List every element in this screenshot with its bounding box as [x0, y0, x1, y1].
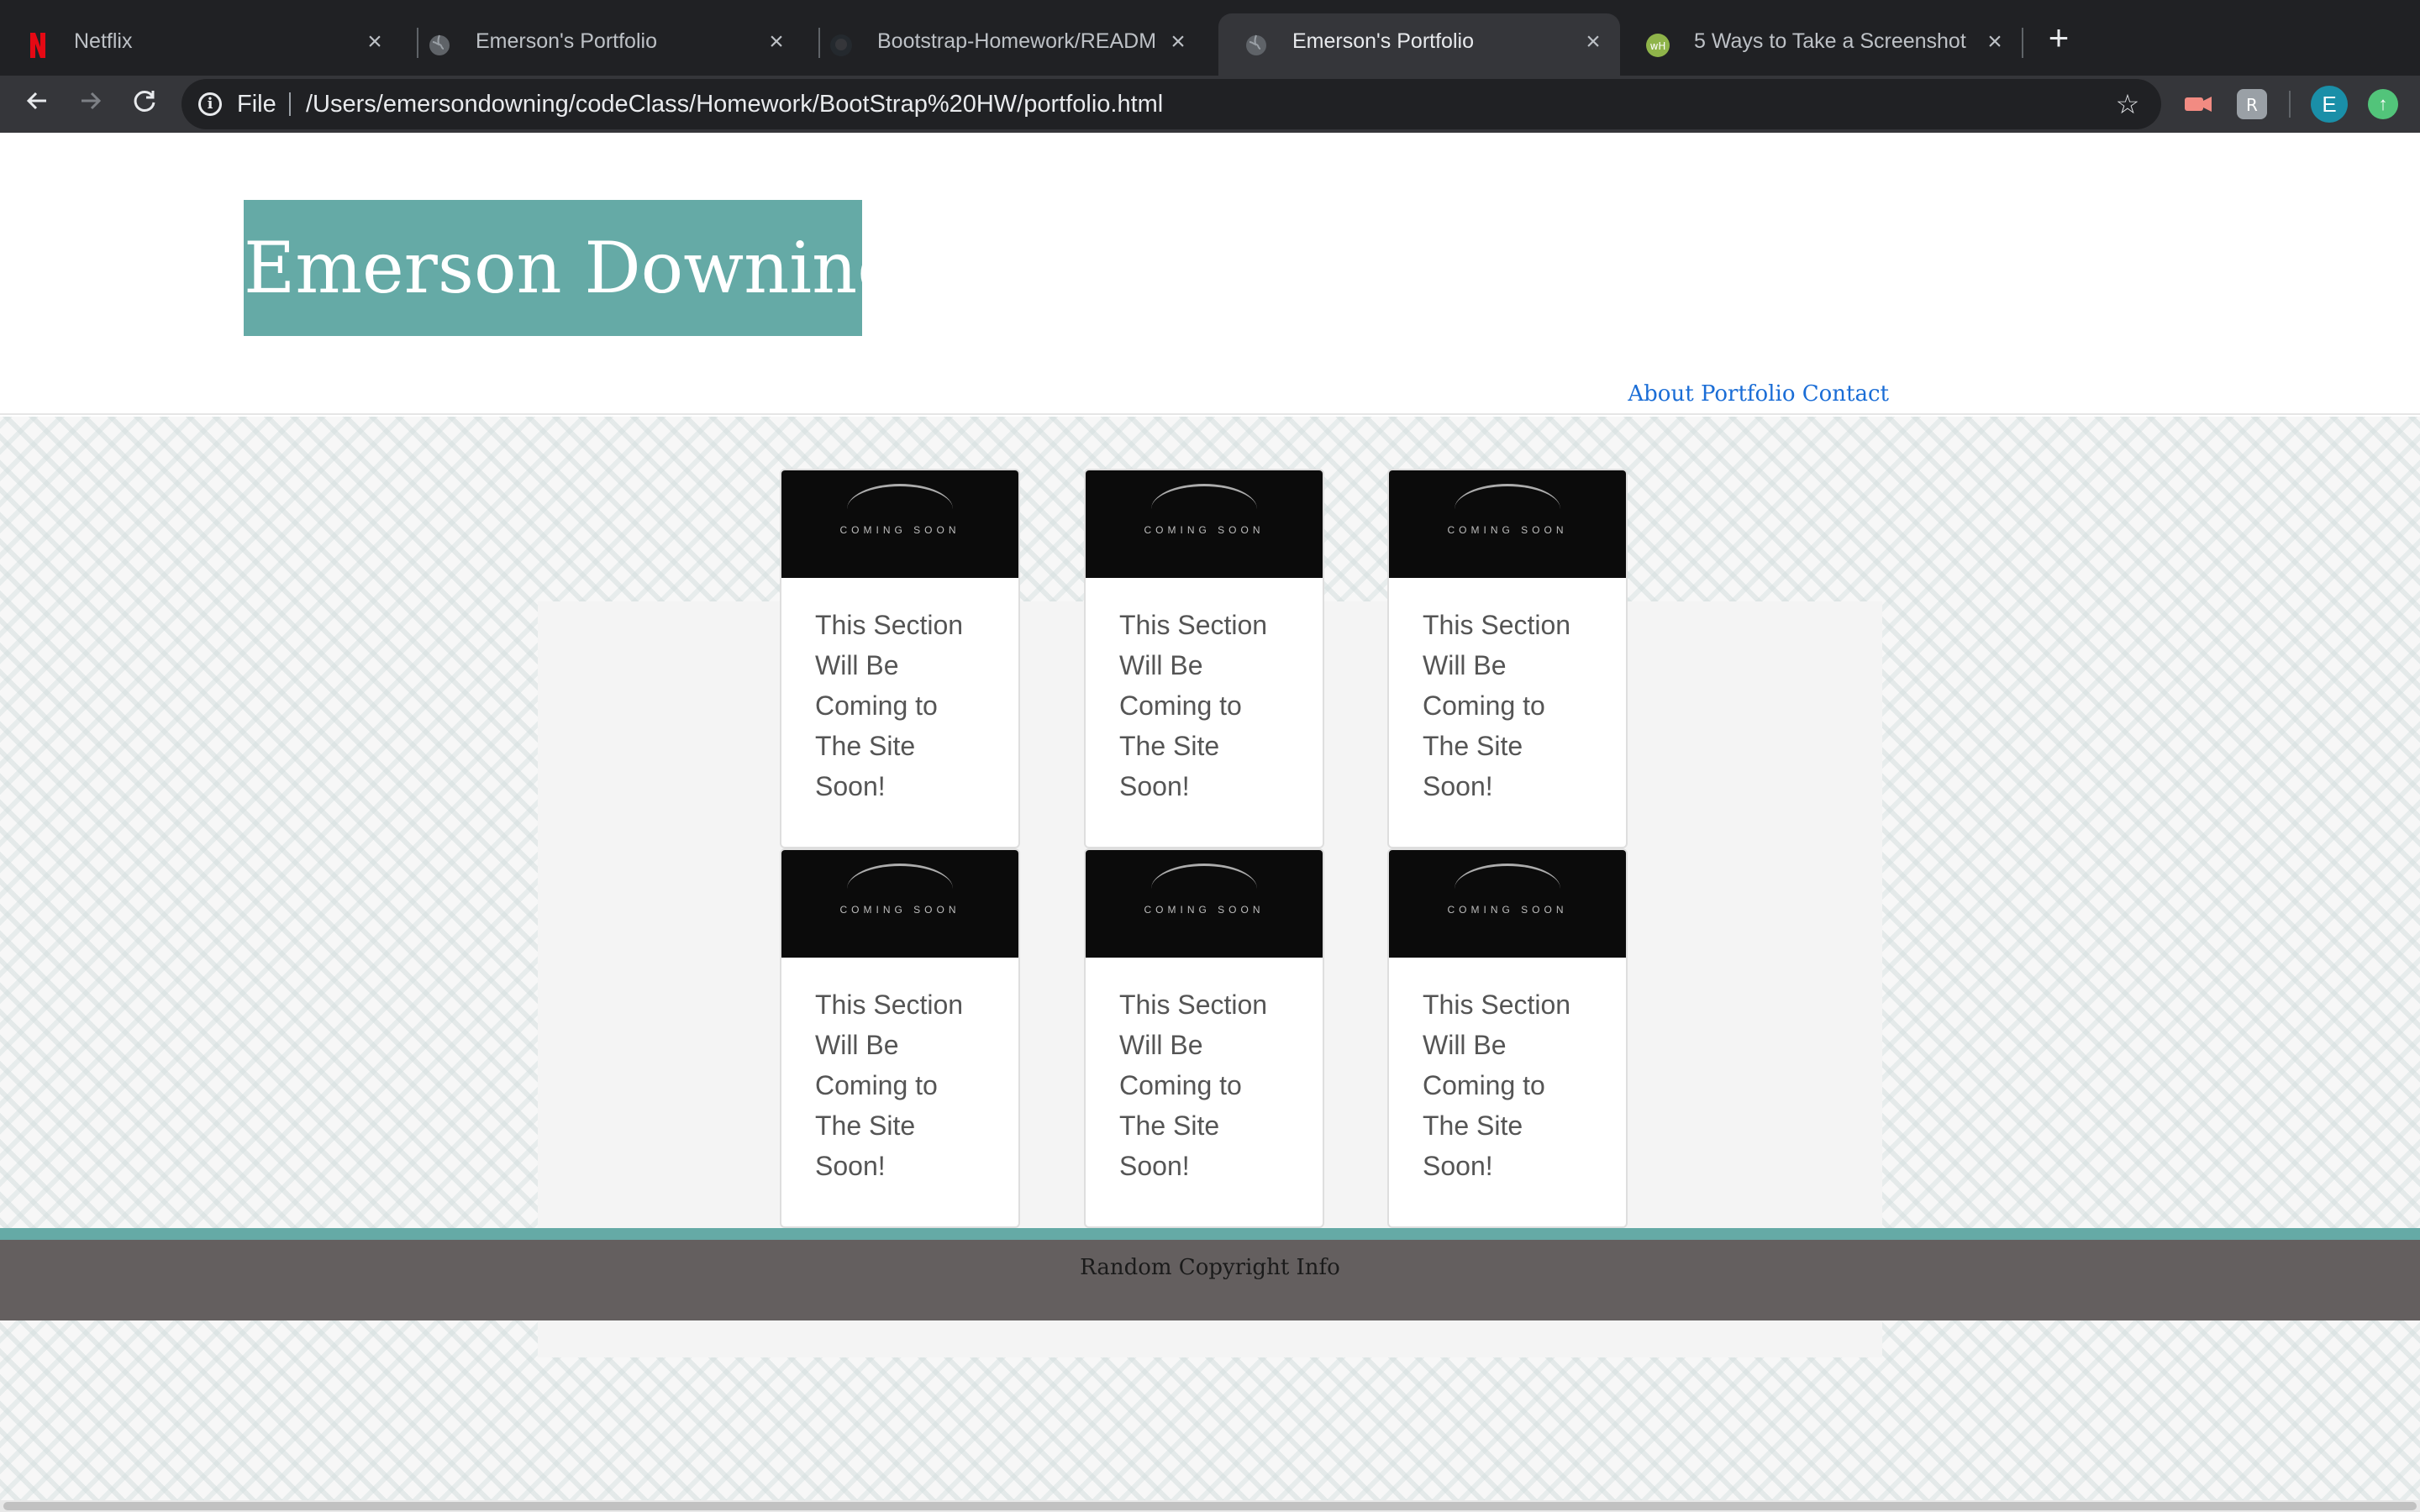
url-text[interactable]: /Users/emersondowning/codeClass/Homework… — [306, 79, 1163, 129]
browser-toolbar: i File /Users/emersondowning/codeClass/H… — [0, 76, 2420, 133]
portfolio-card[interactable]: COMING SOON This Section Will Be Coming … — [1387, 848, 1628, 1228]
site-icon: wH — [1645, 33, 1670, 58]
coming-soon-image: COMING SOON — [781, 850, 1018, 958]
close-tab-icon[interactable]: × — [1981, 29, 2008, 55]
tab-netflix[interactable]: Netflix × — [0, 13, 402, 76]
tab-emersons-portfolio[interactable]: Emerson's Portfolio × — [402, 13, 803, 76]
info-icon[interactable]: i — [198, 92, 222, 116]
coming-soon-image: COMING SOON — [781, 470, 1018, 578]
close-tab-icon[interactable]: × — [361, 29, 388, 55]
coming-soon-image: COMING SOON — [1086, 850, 1323, 958]
tab-title: Netflix — [74, 29, 133, 53]
coming-soon-image: COMING SOON — [1389, 470, 1626, 578]
scrollbar-thumb[interactable] — [3, 1502, 2417, 1510]
portfolio-card[interactable]: COMING SOON This Section Will Be Coming … — [1084, 848, 1324, 1228]
globe-icon — [427, 33, 452, 58]
portfolio-card[interactable]: COMING SOON This Section Will Be Coming … — [1387, 469, 1628, 848]
site-footer: Random Copyright Info — [0, 1240, 2420, 1320]
nav-link-about[interactable]: About — [1628, 381, 1693, 407]
card-text: This Section Will Be Coming to The Site … — [1423, 990, 1571, 1181]
nav-link-contact[interactable]: Contact — [1802, 381, 1889, 407]
extension-video-icon[interactable] — [2183, 89, 2213, 119]
svg-text:wH: wH — [1650, 40, 1666, 52]
bookmark-star-icon[interactable]: ☆ — [2111, 87, 2144, 121]
github-icon — [829, 33, 854, 58]
brand-logo[interactable]: Emerson Downing — [244, 200, 902, 336]
coming-soon-image: COMING SOON — [1086, 470, 1323, 578]
nav-link-portfolio[interactable]: Portfolio — [1701, 381, 1796, 407]
extension-puzzle-icon[interactable]: R — [2237, 89, 2267, 119]
portfolio-card[interactable]: COMING SOON This Section Will Be Coming … — [1084, 469, 1324, 848]
tab-divider — [2022, 28, 2023, 58]
tab-screenshot-article[interactable]: wH 5 Ways to Take a Screenshot w × — [1620, 13, 2022, 76]
address-divider — [289, 92, 291, 116]
footer-accent-bar — [0, 1228, 2420, 1240]
close-tab-icon[interactable]: × — [763, 29, 790, 55]
scheme-label: File — [237, 91, 276, 118]
svg-text:R: R — [2246, 95, 2258, 115]
tab-strip: Netflix × Emerson's Portfolio × Bootstra… — [0, 0, 2420, 76]
coming-soon-image: COMING SOON — [1389, 850, 1626, 958]
back-arrow-icon — [26, 92, 46, 110]
back-button[interactable] — [13, 81, 60, 128]
globe-icon — [1244, 33, 1269, 58]
tab-github-readme[interactable]: Bootstrap-Homework/README × — [803, 13, 1205, 76]
site-nav: About Portfolio Contact — [1628, 381, 1889, 407]
tab-title: Bootstrap-Homework/README — [877, 29, 1155, 53]
close-tab-icon[interactable]: × — [1165, 29, 1192, 55]
tab-title: 5 Ways to Take a Screenshot w — [1694, 29, 1971, 53]
netflix-icon — [25, 33, 50, 58]
portfolio-card[interactable]: COMING SOON This Section Will Be Coming … — [780, 848, 1020, 1228]
card-text: This Section Will Be Coming to The Site … — [1119, 610, 1268, 801]
card-text: This Section Will Be Coming to The Site … — [1423, 610, 1571, 801]
card-text: This Section Will Be Coming to The Site … — [1119, 990, 1268, 1181]
forward-arrow-icon — [82, 92, 102, 110]
profile-avatar[interactable]: E — [2311, 86, 2348, 123]
card-text: This Section Will Be Coming to The Site … — [815, 610, 964, 801]
reload-button[interactable] — [121, 81, 168, 128]
forward-button[interactable] — [67, 81, 114, 128]
card-text: This Section Will Be Coming to The Site … — [815, 990, 964, 1181]
reload-icon — [134, 90, 155, 112]
page-viewport: Emerson Downing About Portfolio Contact … — [0, 133, 2420, 1512]
site-header: Emerson Downing About Portfolio Contact — [0, 133, 2420, 415]
tab-title: Emerson's Portfolio — [1292, 29, 1474, 53]
horizontal-scrollbar[interactable] — [0, 1500, 2420, 1512]
tab-title: Emerson's Portfolio — [476, 29, 657, 53]
close-tab-icon[interactable]: × — [1580, 29, 1607, 55]
copyright-text: Random Copyright Info — [1080, 1255, 1340, 1280]
update-arrow-icon[interactable]: ↑ — [2368, 89, 2398, 119]
new-tab-button[interactable]: + — [2040, 20, 2077, 58]
address-bar[interactable]: i File /Users/emersondowning/codeClass/H… — [182, 79, 2161, 129]
tab-emersons-portfolio-active[interactable]: Emerson's Portfolio × — [1218, 13, 1620, 76]
toolbar-divider — [2289, 91, 2291, 118]
portfolio-card[interactable]: COMING SOON This Section Will Be Coming … — [780, 469, 1020, 848]
